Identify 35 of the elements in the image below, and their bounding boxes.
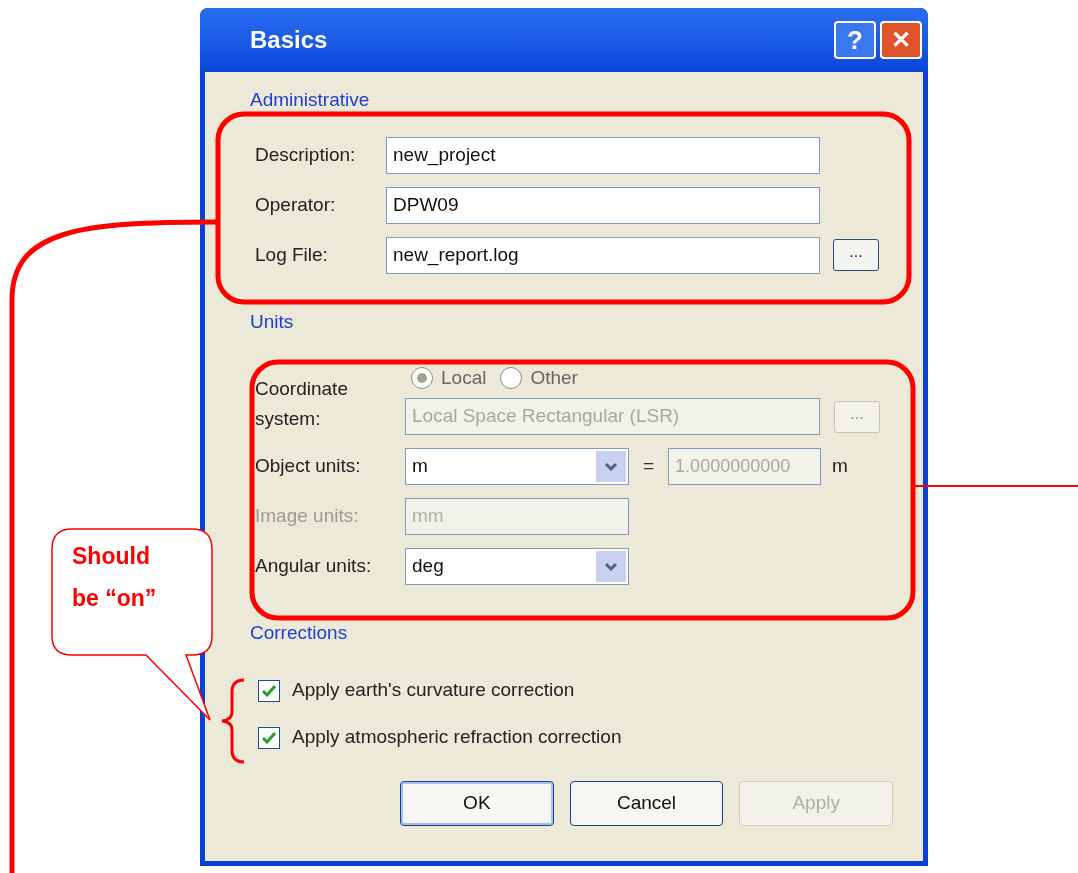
field-label: Description: [255, 142, 357, 167]
field-label: Image units: [255, 504, 360, 529]
radio-button[interactable] [411, 367, 433, 389]
equals-sign: = [643, 454, 655, 479]
browse-button[interactable]: ... [833, 239, 879, 271]
group-heading: Administrative [250, 88, 370, 112]
group-heading: Corrections [250, 621, 348, 645]
field-label: Angular units: [255, 554, 373, 579]
field-label: Object units: [255, 454, 362, 479]
dialog-button[interactable]: Cancel [569, 780, 724, 826]
dialog-button[interactable]: OK [400, 780, 554, 826]
checkbox[interactable] [258, 679, 280, 702]
dropdown[interactable]: m [405, 448, 629, 485]
close-button[interactable]: ✕ [880, 21, 922, 59]
radio-button[interactable] [500, 367, 523, 389]
field-label: Log File: [255, 242, 329, 267]
field-label: Operator: [255, 192, 337, 217]
radio-option[interactable]: Local [411, 363, 487, 393]
checkbox-option[interactable]: Apply atmospheric refraction correction [258, 724, 893, 751]
callout-text: be “on” [72, 584, 157, 613]
checkbox[interactable] [258, 726, 280, 749]
text-field[interactable]: new_report.log [386, 236, 820, 274]
dropdown[interactable]: deg [405, 548, 629, 585]
callout-text: Should [72, 542, 151, 571]
text-field[interactable]: new_project [386, 136, 820, 174]
checkbox-option[interactable]: Apply earth's curvature correction [258, 677, 893, 704]
radio-option[interactable]: Other [500, 363, 578, 393]
help-button[interactable]: ? [834, 21, 876, 59]
check-icon [262, 731, 276, 744]
window-title: Basics [250, 25, 329, 55]
check-icon [262, 684, 276, 697]
text-field[interactable]: DPW09 [386, 186, 820, 224]
unit-label: m [832, 454, 848, 479]
group-heading: Units [250, 309, 294, 334]
field-label: Coordinate system: [255, 377, 349, 431]
